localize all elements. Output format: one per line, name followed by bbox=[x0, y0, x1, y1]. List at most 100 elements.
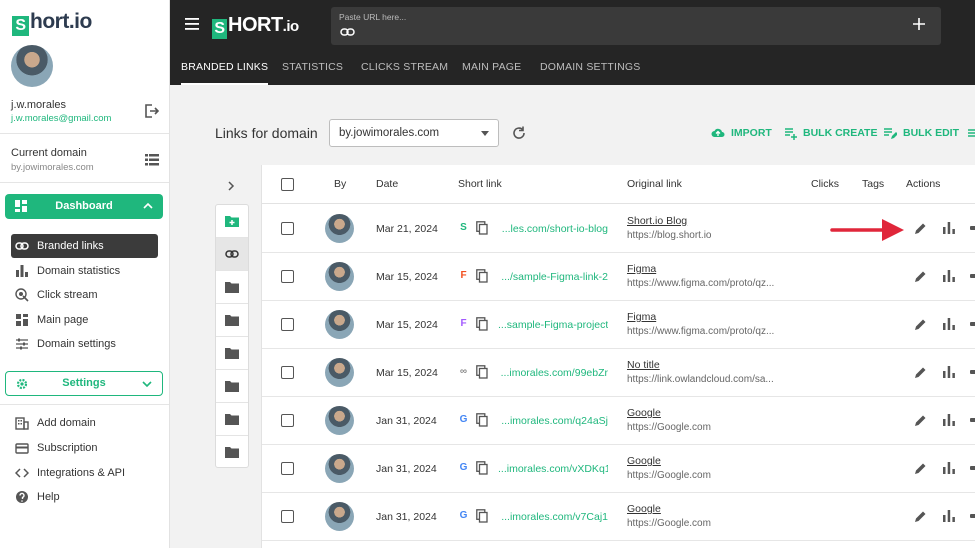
link-title[interactable]: Google bbox=[627, 503, 661, 515]
table-row[interactable]: Jan 31, 2024 G ...imorales.com/v7Caj1 Googl… bbox=[262, 493, 975, 541]
bar-chart-icon[interactable] bbox=[943, 222, 955, 234]
row-checkbox[interactable] bbox=[281, 270, 294, 283]
refresh-icon[interactable] bbox=[512, 126, 526, 140]
link-title[interactable]: No title bbox=[627, 359, 660, 371]
bulk-create-button[interactable]: BULK CREATE bbox=[784, 125, 877, 141]
column-header-clicks[interactable]: Clicks bbox=[811, 178, 839, 190]
copy-icon[interactable] bbox=[476, 365, 488, 379]
more-actions-icon[interactable] bbox=[970, 418, 975, 422]
shortio-logo[interactable]: Short.io bbox=[12, 10, 92, 36]
short-link[interactable]: ...imorales.com/q24aSj bbox=[498, 415, 608, 427]
more-menu-icon[interactable] bbox=[968, 128, 975, 138]
tab-domain-settings[interactable]: DOMAIN SETTINGS bbox=[540, 52, 640, 85]
edit-icon[interactable] bbox=[914, 270, 927, 283]
edit-icon[interactable] bbox=[914, 366, 927, 379]
copy-icon[interactable] bbox=[476, 413, 488, 427]
row-checkbox[interactable] bbox=[281, 318, 294, 331]
folder-all-links[interactable] bbox=[216, 238, 248, 271]
column-header-by[interactable]: By bbox=[334, 178, 346, 190]
tab-branded-links[interactable]: BRANDED LINKS bbox=[181, 52, 269, 85]
tab-main-page[interactable]: MAIN PAGE bbox=[462, 52, 521, 85]
link-title[interactable]: Figma bbox=[627, 263, 656, 275]
row-checkbox[interactable] bbox=[281, 510, 294, 523]
edit-icon[interactable] bbox=[914, 510, 927, 523]
short-link[interactable]: ...les.com/short-io-blog bbox=[498, 223, 608, 235]
short-link[interactable]: ...imorales.com/vXDKq1 bbox=[498, 463, 608, 475]
more-actions-icon[interactable] bbox=[970, 466, 975, 470]
row-checkbox[interactable] bbox=[281, 414, 294, 427]
bar-chart-icon[interactable] bbox=[943, 270, 955, 282]
select-all-checkbox[interactable] bbox=[281, 178, 294, 191]
sidebar-item-help[interactable]: Help bbox=[11, 485, 158, 509]
table-row[interactable]: Mar 15, 2024 ∞ ...imorales.com/99ebZr No ti… bbox=[262, 349, 975, 397]
edit-icon[interactable] bbox=[914, 222, 927, 235]
folder-item[interactable] bbox=[216, 436, 248, 469]
column-header-tags[interactable]: Tags bbox=[862, 178, 884, 190]
import-button[interactable]: IMPORT bbox=[711, 125, 772, 141]
folder-item[interactable] bbox=[216, 337, 248, 370]
link-title[interactable]: Figma bbox=[627, 311, 656, 323]
sidebar-item-integrations[interactable]: Integrations & API bbox=[11, 461, 158, 485]
sidebar-item-click-stream[interactable]: Click stream bbox=[11, 283, 158, 307]
folder-item[interactable] bbox=[216, 370, 248, 403]
link-title[interactable]: Google bbox=[627, 455, 661, 467]
short-link[interactable]: .../sample-Figma-link-2 bbox=[498, 271, 608, 283]
table-row[interactable]: Jan 31, 2024 G ...imorales.com/vXDKq1 Googl… bbox=[262, 445, 975, 493]
tab-clicks-stream[interactable]: CLICKS STREAM bbox=[361, 52, 448, 85]
short-link[interactable]: ...imorales.com/99ebZr bbox=[498, 367, 608, 379]
more-actions-icon[interactable] bbox=[970, 514, 975, 518]
copy-icon[interactable] bbox=[476, 461, 488, 475]
more-actions-icon[interactable] bbox=[970, 274, 975, 278]
url-input[interactable]: Paste URL here... bbox=[331, 7, 941, 45]
tab-statistics[interactable]: STATISTICS bbox=[282, 52, 343, 85]
folder-item[interactable] bbox=[216, 403, 248, 436]
user-email[interactable]: j.w.morales@gmail.com bbox=[11, 113, 111, 124]
copy-icon[interactable] bbox=[476, 509, 488, 523]
more-actions-icon[interactable] bbox=[970, 322, 975, 326]
bar-chart-icon[interactable] bbox=[943, 414, 955, 426]
sidebar-item-domain-settings[interactable]: Domain settings bbox=[11, 332, 158, 356]
link-title[interactable]: Google bbox=[627, 407, 661, 419]
avatar[interactable] bbox=[11, 45, 53, 87]
row-checkbox[interactable] bbox=[281, 222, 294, 235]
sidebar-item-branded-links[interactable]: Branded links bbox=[11, 234, 158, 258]
folder-item[interactable] bbox=[216, 304, 248, 337]
plus-icon[interactable] bbox=[913, 18, 925, 30]
logout-icon[interactable] bbox=[143, 103, 159, 119]
table-row[interactable]: Jan 31, 2024 G ...imorales.com/q24aSj Googl… bbox=[262, 397, 975, 445]
sidebar-item-main-page[interactable]: Main page bbox=[11, 308, 158, 332]
row-checkbox[interactable] bbox=[281, 366, 294, 379]
menu-icon[interactable] bbox=[185, 18, 199, 30]
more-actions-icon[interactable] bbox=[970, 226, 975, 230]
copy-icon[interactable] bbox=[476, 221, 488, 235]
bulk-edit-button[interactable]: BULK EDIT bbox=[883, 125, 959, 141]
column-header-original-link[interactable]: Original link bbox=[627, 178, 682, 190]
more-actions-icon[interactable] bbox=[970, 370, 975, 374]
bar-chart-icon[interactable] bbox=[943, 318, 955, 330]
settings-toggle[interactable]: Settings bbox=[5, 371, 163, 396]
bar-chart-icon[interactable] bbox=[943, 510, 955, 522]
sidebar-item-add-domain[interactable]: Add domain bbox=[11, 411, 158, 435]
edit-icon[interactable] bbox=[914, 462, 927, 475]
new-folder-button[interactable] bbox=[216, 205, 248, 238]
chevron-right-icon[interactable] bbox=[227, 181, 235, 191]
edit-icon[interactable] bbox=[914, 414, 927, 427]
edit-icon[interactable] bbox=[914, 318, 927, 331]
short-link[interactable]: ...imorales.com/v7Caj1 bbox=[498, 511, 608, 523]
column-header-date[interactable]: Date bbox=[376, 178, 398, 190]
column-header-short-link[interactable]: Short link bbox=[458, 178, 502, 190]
bar-chart-icon[interactable] bbox=[943, 366, 955, 378]
table-row[interactable]: Mar 15, 2024 F .../sample-Figma-link-2 Figm… bbox=[262, 253, 975, 301]
row-checkbox[interactable] bbox=[281, 462, 294, 475]
sidebar-item-domain-statistics[interactable]: Domain statistics bbox=[11, 259, 158, 283]
copy-icon[interactable] bbox=[476, 269, 488, 283]
domain-select[interactable]: by.jowimorales.com bbox=[329, 119, 499, 147]
short-link[interactable]: ...sample-Figma-project bbox=[498, 319, 608, 331]
link-title[interactable]: Short.io Blog bbox=[627, 215, 687, 227]
table-row[interactable]: Mar 15, 2024 F ...sample-Figma-project Figm… bbox=[262, 301, 975, 349]
domain-list-icon[interactable] bbox=[145, 154, 159, 166]
bar-chart-icon[interactable] bbox=[943, 462, 955, 474]
dashboard-toggle[interactable]: Dashboard bbox=[5, 194, 163, 219]
folder-item[interactable] bbox=[216, 271, 248, 304]
copy-icon[interactable] bbox=[476, 317, 488, 331]
